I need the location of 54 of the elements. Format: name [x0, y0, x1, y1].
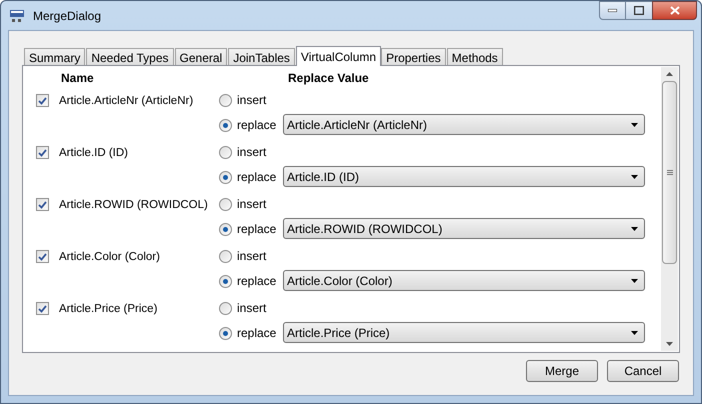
column-name: Article.Price (Price) [59, 302, 158, 317]
dropdown[interactable]: Article.Color (Color) [283, 270, 645, 291]
radio-option[interactable]: insert [219, 196, 283, 212]
maximize-button[interactable] [626, 1, 652, 20]
tab[interactable]: Summary [24, 48, 86, 65]
tab[interactable]: VirtualColumn [296, 46, 382, 66]
scrollbar-thumb[interactable] [662, 81, 677, 264]
vertical-scrollbar[interactable] [661, 67, 678, 351]
minimize-button[interactable] [599, 1, 626, 20]
checkbox[interactable] [36, 198, 49, 211]
dialog-button[interactable]: Cancel [607, 360, 679, 382]
caret-icon [631, 174, 638, 178]
column-header: Name [61, 70, 95, 87]
caret-icon [631, 330, 638, 334]
column-name: Article.Color (Color) [59, 250, 161, 265]
radio-option[interactable]: insert [219, 92, 283, 108]
dropdown[interactable]: Article.ID (ID) [283, 166, 645, 187]
scroll-down-icon[interactable] [666, 342, 673, 346]
app-icon [9, 8, 25, 24]
checkbox[interactable] [36, 94, 49, 107]
dropdown[interactable]: Article.Price (Price) [283, 322, 645, 343]
radio-option[interactable]: replace [219, 325, 283, 341]
minimize-icon [608, 9, 617, 12]
close-icon [670, 6, 680, 15]
radio-option[interactable]: insert [219, 300, 283, 316]
window-title: MergeDialog [33, 8, 102, 24]
dialog-button[interactable]: Merge [526, 360, 598, 382]
grip-icon [666, 170, 672, 176]
tab[interactable]: General [174, 48, 228, 65]
tab[interactable]: Properties [381, 48, 446, 65]
maximize-icon [634, 6, 644, 15]
scroll-up-icon[interactable] [666, 72, 673, 76]
dropdown[interactable]: Article.ArticleNr (ArticleNr) [283, 114, 645, 135]
checkbox[interactable] [36, 146, 49, 159]
tab[interactable]: Needed Types [86, 48, 174, 65]
tab[interactable]: JoinTables [228, 48, 295, 65]
column-header: Replace Value [288, 70, 369, 87]
caret-icon [631, 226, 638, 230]
radio-option[interactable]: insert [219, 248, 283, 264]
column-name: Article.ID (ID) [59, 146, 129, 161]
column-name: Article.ArticleNr (ArticleNr) [59, 94, 194, 109]
radio-option[interactable]: replace [219, 117, 283, 133]
checkbox[interactable] [36, 250, 49, 263]
caret-icon [631, 278, 638, 282]
radio-option[interactable]: insert [219, 144, 283, 160]
radio-option[interactable]: replace [219, 169, 283, 185]
tab[interactable]: Methods [446, 48, 503, 65]
close-button[interactable] [652, 1, 697, 20]
checkbox[interactable] [36, 302, 49, 315]
radio-option[interactable]: replace [219, 221, 283, 237]
caret-icon [631, 122, 638, 126]
dropdown[interactable]: Article.ROWID (ROWIDCOL) [283, 218, 645, 239]
column-name: Article.ROWID (ROWIDCOL) [59, 198, 209, 213]
radio-option[interactable]: replace [219, 273, 283, 289]
